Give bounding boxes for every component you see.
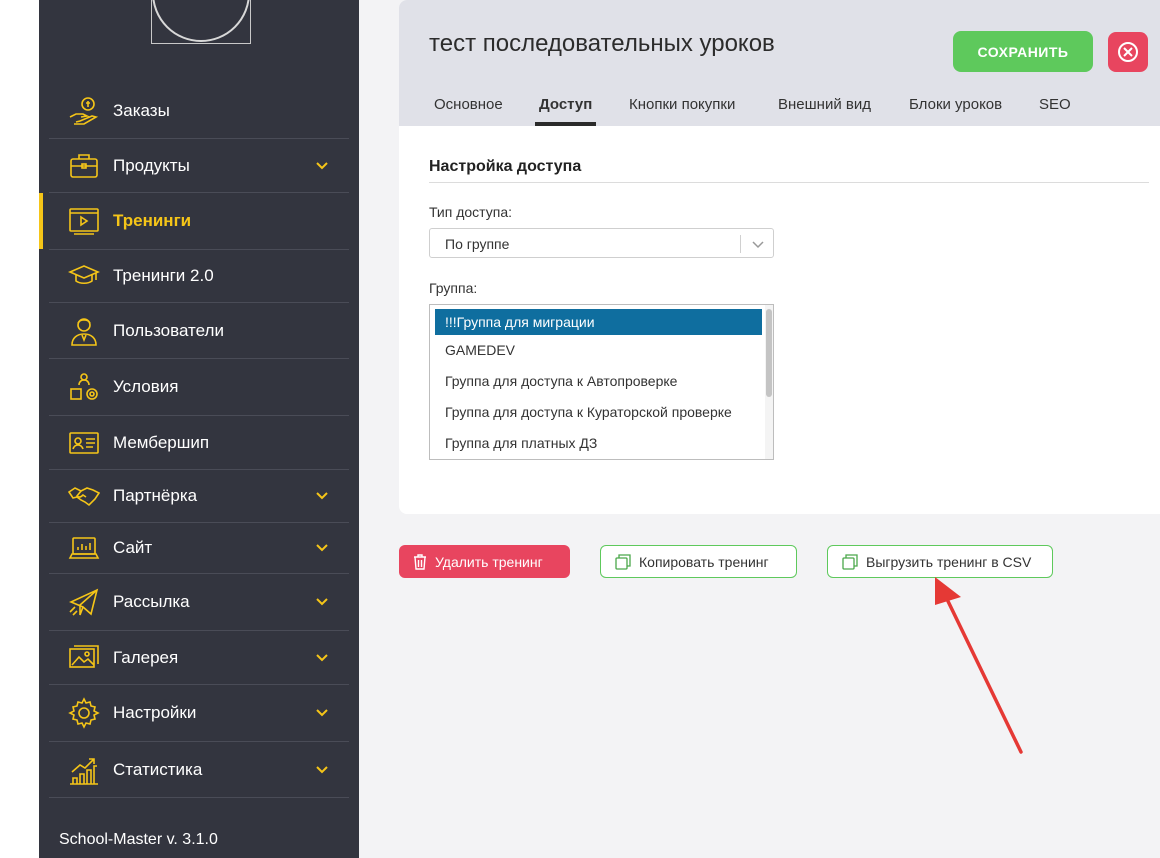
sidebar-item-orders[interactable]: Заказы [49, 83, 349, 139]
tab-access[interactable]: Доступ [539, 96, 592, 113]
sidebar-item-trainings[interactable]: Тренинги [49, 193, 349, 250]
sidebar-item-statistics[interactable]: Статистика [49, 742, 349, 798]
copy-icon [842, 553, 858, 570]
sidebar-item-label: Мембершип [113, 432, 210, 452]
chevron-down-icon [316, 544, 328, 552]
sidebar-item-products[interactable]: Продукты [49, 139, 349, 193]
version-label: School-Master v. 3.1.0 [59, 831, 218, 848]
tab-main[interactable]: Основное [434, 96, 503, 113]
sidebar-item-label: Рассылка [113, 592, 190, 611]
close-button[interactable] [1108, 32, 1148, 72]
sidebar-item-trainings-2[interactable]: Тренинги 2.0 [49, 250, 349, 303]
conditions-icon [67, 370, 101, 404]
page-title: тест последовательных уроков [429, 30, 775, 57]
id-card-icon [67, 426, 101, 460]
copy-training-button[interactable]: Копировать тренинг [600, 545, 797, 578]
access-type-value: По группе [445, 236, 510, 252]
sidebar-item-site[interactable]: Сайт [49, 523, 349, 574]
chevron-down-icon [316, 161, 328, 169]
tab-buy-buttons[interactable]: Кнопки покупки [629, 96, 735, 113]
active-tab-underline [535, 122, 596, 126]
chevron-down-icon [316, 709, 328, 717]
group-option[interactable]: GAMEDEV [435, 337, 762, 363]
sidebar-item-membership[interactable]: Мембершип [49, 416, 349, 470]
sidebar-item-label: Тренинги 2.0 [113, 266, 214, 285]
paper-plane-icon [67, 585, 101, 619]
sidebar-item-label: Заказы [113, 100, 170, 120]
group-option[interactable]: Группа для доступа к Кураторской проверк… [435, 399, 762, 425]
sidebar-item-users[interactable]: Пользователи [49, 303, 349, 359]
delete-training-button[interactable]: Удалить тренинг [399, 545, 570, 578]
video-player-icon [67, 204, 101, 238]
sidebar-item-label: Настройки [113, 703, 197, 722]
copy-icon [615, 553, 631, 570]
sidebar-item-label: Статистика [113, 759, 203, 779]
close-icon [1118, 42, 1138, 62]
money-hand-icon [67, 94, 101, 128]
delete-training-label: Удалить тренинг [435, 553, 543, 570]
briefcase-icon [67, 149, 101, 183]
listbox-scrollbar[interactable] [765, 305, 773, 459]
tab-seo[interactable]: SEO [1039, 96, 1071, 113]
trash-icon [413, 553, 427, 570]
group-label: Группа: [429, 280, 478, 296]
bar-chart-icon [67, 753, 101, 787]
user-icon [67, 314, 101, 348]
group-option[interactable]: Группа для доступа к Автопроверке [435, 368, 762, 394]
sidebar-item-label: Сайт [113, 538, 153, 557]
access-type-label: Тип доступа: [429, 204, 513, 220]
sidebar-item-settings[interactable]: Настройки [49, 685, 349, 742]
left-margin [0, 0, 39, 858]
chevron-down-icon [316, 653, 328, 661]
sidebar-item-conditions[interactable]: Условия [49, 359, 349, 416]
chevron-down-icon [316, 765, 328, 773]
sidebar-item-label: Партнёрка [113, 486, 198, 505]
sidebar: Заказы Продукты Тренинги Тренинги 2.0 По… [39, 0, 359, 858]
sidebar-item-mailing[interactable]: Рассылка [49, 574, 349, 631]
copy-training-label: Копировать тренинг [639, 553, 769, 570]
chevron-down-icon [752, 241, 764, 249]
image-gallery-icon [67, 641, 101, 675]
group-option[interactable]: !!!Группа для миграции [435, 309, 762, 335]
training-editor-card: тест последовательных уроков СОХРАНИТЬ О… [399, 0, 1160, 514]
group-option[interactable]: Группа для платных ДЗ [435, 430, 762, 456]
sidebar-item-gallery[interactable]: Галерея [49, 631, 349, 685]
access-type-select[interactable]: По группе [429, 228, 774, 258]
sidebar-item-label: Тренинги [113, 211, 192, 230]
sidebar-item-label: Продукты [113, 155, 190, 175]
export-csv-button[interactable]: Выгрузить тренинг в CSV [827, 545, 1053, 578]
gear-icon [67, 696, 101, 730]
sidebar-item-label: Пользователи [113, 320, 224, 340]
active-indicator [39, 193, 43, 249]
divider [429, 182, 1149, 183]
sidebar-item-label: Условия [113, 377, 179, 396]
export-csv-label: Выгрузить тренинг в CSV [866, 553, 1032, 570]
tab-appearance[interactable]: Внешний вид [778, 96, 871, 113]
group-listbox[interactable]: !!!Группа для миграции GAMEDEV Группа дл… [429, 304, 774, 460]
select-separator [740, 235, 741, 253]
chevron-down-icon [316, 492, 328, 500]
scrollbar-thumb[interactable] [766, 309, 772, 397]
sidebar-item-partners[interactable]: Партнёрка [49, 470, 349, 523]
card-header: тест последовательных уроков СОХРАНИТЬ О… [399, 0, 1160, 126]
logo [151, 0, 251, 44]
tab-lesson-blocks[interactable]: Блоки уроков [909, 96, 1002, 113]
graduation-cap-icon [67, 259, 101, 293]
handshake-icon [67, 479, 101, 513]
section-title: Настройка доступа [429, 158, 582, 175]
chevron-down-icon [316, 598, 328, 606]
annotation-arrow [935, 577, 1023, 754]
sidebar-item-label: Галерея [113, 647, 179, 667]
save-button[interactable]: СОХРАНИТЬ [953, 31, 1093, 72]
laptop-icon [67, 531, 101, 565]
